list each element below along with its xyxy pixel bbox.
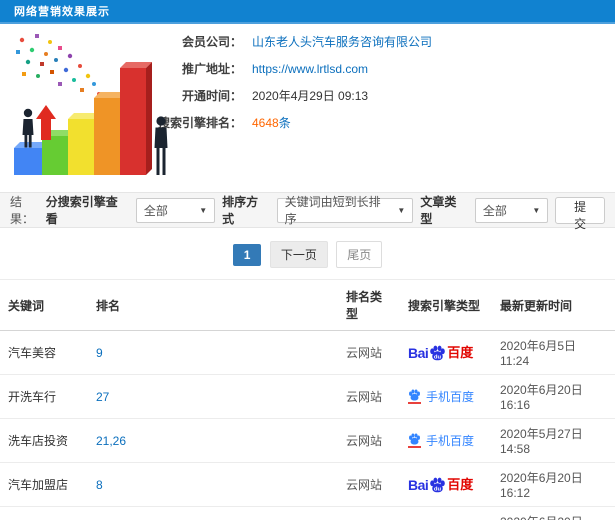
- info-row-0: 会员公司： 山东老人头汽车服务咨询有限公司: [150, 28, 615, 55]
- rank-type-cell: 云网站: [338, 506, 400, 520]
- info-text: 2020年4月29日 09:13: [252, 89, 369, 103]
- baidu-paw-icon: du: [430, 345, 446, 360]
- submit-button[interactable]: 提交: [555, 196, 605, 231]
- update-time-cell: 2020年6月20日 16:12: [492, 462, 615, 507]
- table-row: 开洗车行 27 云网站 手机百度 2020年6月20日 16:16: [0, 374, 615, 419]
- baidu-pc-logo: Bai du 百度: [408, 345, 473, 361]
- column-header-1: 排名: [88, 279, 338, 331]
- ranking-count-unit: 条: [278, 116, 291, 130]
- table-row: 洗车店投资 21,26 云网站 手机百度 2020年5月27日 14:58: [0, 418, 615, 463]
- businessman-left: [22, 108, 34, 148]
- article-type-filter-label: 文章类型: [420, 195, 457, 226]
- ranking-count-number: 4648: [252, 116, 279, 130]
- rank-cell[interactable]: 21,26: [88, 418, 338, 463]
- header-bar: 网络营销效果展示: [0, 0, 615, 24]
- next-page-button[interactable]: 下一页: [269, 241, 328, 268]
- page-1-button[interactable]: 1: [232, 243, 262, 266]
- confetti-dots: [16, 34, 101, 96]
- rank-type-cell: 云网站: [338, 418, 400, 463]
- article-type-select[interactable]: 全部 ▼: [474, 197, 549, 223]
- table-row: 汽车美容 9 云网站 Bai du 百度 2020年6月5日 11:24: [0, 330, 615, 375]
- baidu-mobile-label: 手机百度: [426, 433, 475, 448]
- svg-text:du: du: [434, 354, 442, 360]
- info-row-3: 搜索引擎排名： 4648条: [150, 109, 615, 136]
- search-engine-cell: 手机百度: [400, 418, 492, 463]
- table-row: 加盟洗车店25,28,28云网站手机百度2020年6月20日 16:11: [0, 506, 615, 520]
- update-time-cell: 2020年6月20日 16:11: [492, 506, 615, 520]
- rank-cell[interactable]: 8: [88, 462, 338, 507]
- keyword-cell: 洗车店投资: [0, 418, 88, 463]
- svg-text:du: du: [434, 486, 442, 492]
- update-time-cell: 2020年5月27日 14:58: [492, 418, 615, 463]
- filter-bar: 结果： 分搜索引擎查看 全部 ▼ 排序方式 关键词由短到长排序 ▼ 文章类型 全…: [0, 192, 615, 231]
- rank-type-cell: 云网站: [338, 374, 400, 419]
- search-engine-cell: Bai du 百度: [400, 462, 492, 507]
- column-header-2: 排名类型: [338, 279, 400, 331]
- update-time-cell: 2020年6月5日 11:24: [492, 330, 615, 375]
- engine-filter-label: 分搜索引擎查看: [45, 195, 118, 226]
- pagination: 1 下一页 尾页: [0, 228, 615, 279]
- rank-cell[interactable]: 9: [88, 330, 338, 375]
- search-engine-cell: 手机百度: [400, 506, 492, 520]
- baidu-paw-icon: [409, 433, 420, 445]
- baidu-mobile-label: 手机百度: [426, 389, 475, 404]
- baidu-pc-logo: Bai du 百度: [408, 477, 473, 493]
- baidu-logo-bai-text: Bai: [408, 344, 429, 361]
- chevron-down-icon: ▼: [199, 205, 208, 215]
- baidu-logo-bai-text: Bai: [408, 476, 429, 493]
- keyword-cell: 汽车加盟店: [0, 462, 88, 507]
- sort-filter-label: 排序方式: [222, 195, 259, 226]
- sort-select[interactable]: 关键词由短到长排序 ▼: [276, 195, 414, 226]
- keyword-cell: 汽车美容: [0, 330, 88, 375]
- baidu-paw-icon: du: [430, 477, 446, 492]
- info-section: 会员公司： 山东老人头汽车服务咨询有限公司 推广地址： https://www.lrt…: [0, 24, 615, 192]
- column-header-4: 最新更新时间: [492, 279, 615, 331]
- sort-select-value: 关键词由短到长排序: [284, 195, 381, 226]
- chart-bars: [14, 62, 152, 175]
- keyword-ranking-table: 关键词 排名 排名类型 搜索引擎类型 最新更新时间 汽车美容 9 云网站 Bai du 百度 202…: [0, 279, 615, 520]
- info-row-2: 开通时间： 2020年4月29日 09:13: [150, 82, 615, 109]
- engine-select-value: 全部: [143, 203, 168, 218]
- growth-bar-chart-illustration: [2, 26, 177, 186]
- keyword-cell: 加盟洗车店: [0, 506, 88, 520]
- filter-controls: 分搜索引擎查看 全部 ▼ 排序方式 关键词由短到长排序 ▼ 文章类型 全部 ▼ …: [45, 193, 605, 231]
- info-row-1: 推广地址： https://www.lrtlsd.com: [150, 55, 615, 82]
- baidu-mobile-logo: 手机百度: [408, 433, 474, 448]
- baidu-mobile-logo: 手机百度: [408, 389, 474, 404]
- info-link[interactable]: https://www.lrtlsd.com: [252, 62, 368, 76]
- engine-select[interactable]: 全部 ▼: [135, 197, 216, 223]
- chevron-down-icon: ▼: [397, 205, 406, 215]
- company-info-list: 会员公司： 山东老人头汽车服务咨询有限公司 推广地址： https://www.lrt…: [150, 24, 615, 136]
- info-link[interactable]: 山东老人头汽车服务咨询有限公司: [252, 33, 432, 50]
- businessman-right: [154, 116, 168, 175]
- baidu-paw-icon: [409, 389, 420, 401]
- bar-chart-image: [14, 34, 168, 175]
- baidu-logo-cn-text: 百度: [447, 345, 474, 360]
- chevron-down-icon: ▼: [532, 205, 541, 215]
- search-engine-cell: Bai du 百度: [400, 330, 492, 375]
- last-page-button[interactable]: 尾页: [336, 241, 383, 268]
- article-type-select-value: 全部: [482, 203, 507, 218]
- page-title: 网络营销效果展示: [14, 6, 110, 18]
- rank-type-cell: 云网站: [338, 330, 400, 375]
- result-label: 结果：: [10, 195, 35, 226]
- table-row: 汽车加盟店 8 云网站 Bai du 百度 2020年6月20日 16:12: [0, 462, 615, 507]
- rank-cell[interactable]: 27: [88, 374, 338, 419]
- update-time-cell: 2020年6月20日 16:16: [492, 374, 615, 419]
- search-engine-cell: 手机百度: [400, 374, 492, 419]
- column-header-3: 搜索引擎类型: [400, 279, 492, 331]
- baidu-logo-cn-text: 百度: [447, 477, 474, 492]
- keyword-cell: 开洗车行: [0, 374, 88, 419]
- rank-cell[interactable]: 25,28,28: [88, 506, 338, 520]
- rank-type-cell: 云网站: [338, 462, 400, 507]
- ranking-count-value: 4648条: [252, 114, 291, 131]
- table-header-row: 关键词 排名 排名类型 搜索引擎类型 最新更新时间: [0, 279, 615, 331]
- column-header-0: 关键词: [0, 279, 88, 331]
